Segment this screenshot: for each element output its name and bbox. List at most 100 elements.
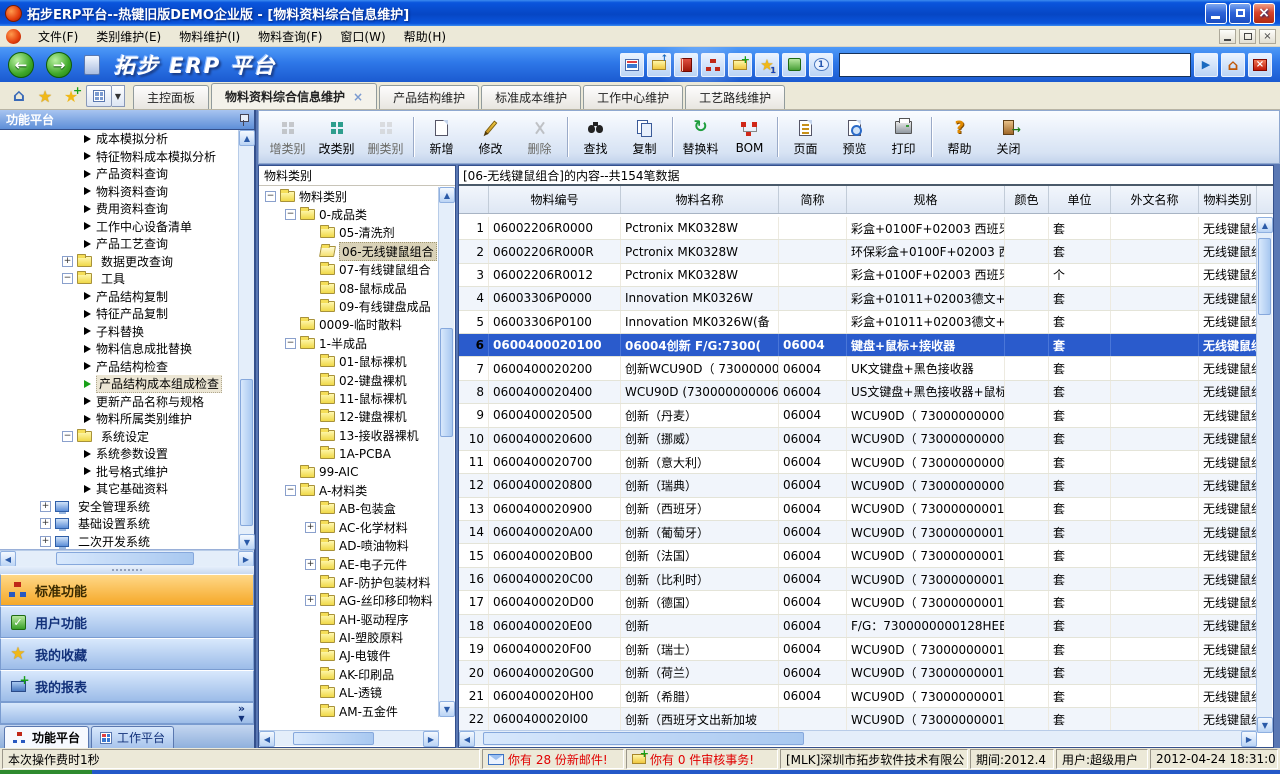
category-tree-item[interactable]: AM-五金件 bbox=[259, 702, 439, 717]
column-header[interactable]: 外文名称 bbox=[1111, 186, 1199, 213]
toolbar-button-page[interactable]: 页面 bbox=[781, 113, 830, 161]
minimize-button[interactable] bbox=[1205, 3, 1227, 24]
tree-toggle-icon[interactable]: − bbox=[285, 485, 296, 496]
menu-item[interactable]: 物料查询(F) bbox=[249, 26, 331, 47]
toolbar-button-new[interactable]: 新增 bbox=[417, 113, 466, 161]
scroll-left-icon[interactable]: ◀ bbox=[0, 551, 16, 567]
table-row[interactable]: 306002206R0012Pctronix MK0328W彩盒+0100F+0… bbox=[459, 264, 1257, 287]
column-header[interactable]: 物料类别 bbox=[1199, 186, 1257, 213]
toolbar-button-replace-material[interactable]: ↻替换料 bbox=[676, 113, 725, 161]
table-row[interactable]: 120600400020800创新（瑞典）06004WCU90D（ 730000… bbox=[459, 474, 1257, 497]
category-tree-item[interactable]: AK-印刷品 bbox=[259, 665, 439, 683]
column-header[interactable]: 物料编号 bbox=[489, 186, 621, 213]
scroll-up-icon[interactable]: ▲ bbox=[1257, 217, 1273, 233]
restore-button[interactable] bbox=[1229, 3, 1251, 24]
accordion-item[interactable]: ✓用户功能 bbox=[0, 606, 254, 638]
table-row[interactable]: 210600400020H00创新（希腊）06004WCU90D（ 730000… bbox=[459, 685, 1257, 708]
menu-item[interactable]: 帮助(H) bbox=[395, 26, 455, 47]
category-tree-item[interactable]: 11-鼠标裸机 bbox=[259, 389, 439, 407]
function-tree-vscrollbar[interactable]: ▲ ▼ bbox=[238, 130, 254, 550]
column-header[interactable]: 颜色 bbox=[1005, 186, 1049, 213]
function-tree-item[interactable]: 产品结构检查 bbox=[0, 358, 254, 376]
table-row[interactable]: 90600400020500创新（丹麦）06004WCU90D（ 7300000… bbox=[459, 404, 1257, 427]
back-icon[interactable]: ← bbox=[8, 52, 34, 78]
toolbar-button-copy[interactable]: 复制 bbox=[620, 113, 669, 161]
mdi-minimize-button[interactable] bbox=[1219, 29, 1236, 44]
category-tree-item[interactable]: 99-AIC bbox=[259, 463, 439, 481]
folder-up-icon[interactable] bbox=[647, 53, 671, 77]
function-tree-hscrollbar[interactable]: ◀ ▶ bbox=[0, 550, 254, 566]
category-tree-item[interactable]: 07-有线键鼠组合 bbox=[259, 261, 439, 279]
function-tree-item[interactable]: 物料资料查询 bbox=[0, 183, 254, 201]
table-row[interactable]: 506003306P0100Innovation MK0326W(备彩盒+010… bbox=[459, 311, 1257, 334]
function-tree-item[interactable]: 产品结构复制 bbox=[0, 288, 254, 306]
category-tree-item[interactable]: AI-塑胶原料 bbox=[259, 628, 439, 646]
table-hscrollbar[interactable]: ◀ ▶ bbox=[459, 730, 1257, 746]
address-book-icon[interactable] bbox=[674, 53, 698, 77]
tab-item[interactable]: 标准成本维护 bbox=[481, 85, 581, 109]
category-tree-item[interactable]: 0009-临时散料 bbox=[259, 316, 439, 334]
scroll-up-icon[interactable]: ▲ bbox=[239, 130, 255, 146]
category-tree-item[interactable]: −1-半成品 bbox=[259, 334, 439, 352]
function-tree-item[interactable]: +二次开发系统 bbox=[0, 533, 254, 551]
table-row[interactable]: 140600400020A00创新（葡萄牙）06004WCU90D（ 73000… bbox=[459, 521, 1257, 544]
scroll-left-icon[interactable]: ◀ bbox=[259, 731, 275, 747]
mdi-close-button[interactable]: × bbox=[1259, 29, 1276, 44]
category-tree-item[interactable]: 06-无线键鼠组合 bbox=[259, 242, 439, 260]
category-tree-vscrollbar[interactable]: ▲ ▼ bbox=[438, 187, 454, 717]
category-tree-item[interactable]: −A-材料类 bbox=[259, 481, 439, 499]
home-tab-icon[interactable]: ⌂ bbox=[6, 84, 32, 108]
category-tree-item[interactable]: 12-键盘裸机 bbox=[259, 408, 439, 426]
home-icon[interactable]: ⌂ bbox=[1221, 53, 1245, 77]
menu-item[interactable]: 窗口(W) bbox=[331, 26, 394, 47]
tab-item[interactable]: 产品结构维护 bbox=[379, 85, 479, 109]
tree-toggle-icon[interactable]: − bbox=[62, 431, 73, 442]
table-row[interactable]: 70600400020200创新WCU90D（ 73000000006004UK… bbox=[459, 357, 1257, 380]
toolbar-button-bom[interactable]: BOM bbox=[725, 113, 774, 161]
table-row[interactable]: 190600400020F00创新（瑞士）06004WCU90D（ 730000… bbox=[459, 638, 1257, 661]
category-tree-item[interactable]: 09-有线键盘成品 bbox=[259, 297, 439, 315]
scroll-down-icon[interactable]: ▼ bbox=[239, 534, 255, 550]
function-tree-item[interactable]: 其它基础资料 bbox=[0, 480, 254, 498]
platform-tab[interactable]: 功能平台 bbox=[4, 726, 89, 748]
tree-toggle-icon[interactable]: + bbox=[40, 536, 51, 547]
message-balloon-icon[interactable]: 1 bbox=[809, 53, 833, 77]
toolbar-button-close-window[interactable]: 关闭 bbox=[984, 113, 1033, 161]
function-tree-item[interactable]: 产品资料查询 bbox=[0, 165, 254, 183]
toolbar-button-print[interactable]: 打印 bbox=[879, 113, 928, 161]
pin-icon[interactable] bbox=[239, 113, 248, 126]
exit-icon[interactable]: × bbox=[1248, 53, 1272, 77]
quick-search-input[interactable] bbox=[839, 53, 1191, 77]
column-header[interactable]: 规格 bbox=[847, 186, 1005, 213]
favorites-icon[interactable]: ★ bbox=[32, 84, 58, 108]
function-tree-item[interactable]: 产品工艺查询 bbox=[0, 235, 254, 253]
category-tree-item[interactable]: AD-喷油物料 bbox=[259, 536, 439, 554]
tab-item[interactable]: 工艺路线维护 bbox=[685, 85, 785, 109]
accordion-active[interactable]: 标准功能 bbox=[0, 574, 254, 606]
status-mail[interactable]: 你有 28 份新邮件! bbox=[482, 749, 624, 769]
category-tree-item[interactable]: AL-透镜 bbox=[259, 684, 439, 702]
column-header[interactable]: 简称 bbox=[779, 186, 847, 213]
function-tree-item[interactable]: +基础设置系统 bbox=[0, 515, 254, 533]
function-tree-item[interactable]: 批号格式维护 bbox=[0, 463, 254, 481]
category-tree-item[interactable]: +AC-化学材料 bbox=[259, 518, 439, 536]
table-row[interactable]: 106002206R0000Pctronix MK0328W彩盒+0100F+0… bbox=[459, 217, 1257, 240]
accordion-item[interactable]: ★我的收藏 bbox=[0, 638, 254, 670]
table-row[interactable]: 80600400020400WCU90D (730000000006906004… bbox=[459, 381, 1257, 404]
tree-toggle-icon[interactable]: − bbox=[62, 273, 73, 284]
column-header[interactable]: 物料名称 bbox=[621, 186, 779, 213]
scroll-right-icon[interactable]: ▶ bbox=[238, 551, 254, 567]
table-row[interactable]: 206002206R000RPctronix MK0328W环保彩盒+0100F… bbox=[459, 240, 1257, 263]
accordion-more-strip[interactable]: »▼ bbox=[0, 702, 254, 724]
table-row[interactable]: 180600400020E00创新06004F/G：7300000000128H… bbox=[459, 615, 1257, 638]
table-row[interactable]: 130600400020900创新（西班牙）06004WCU90D（ 73000… bbox=[459, 498, 1257, 521]
category-tree-item[interactable]: +AE-电子元件 bbox=[259, 555, 439, 573]
tab-item[interactable]: 工作中心维护 bbox=[583, 85, 683, 109]
category-tree-item[interactable]: 05-清洗剂 bbox=[259, 224, 439, 242]
accordion-item[interactable]: 我的报表 bbox=[0, 670, 254, 702]
category-tree-hscrollbar[interactable]: ◀ ▶ bbox=[259, 730, 439, 746]
function-tree-item[interactable]: −工具 bbox=[0, 270, 254, 288]
function-tree-item[interactable]: 特征物料成本模拟分析 bbox=[0, 148, 254, 166]
status-audit[interactable]: 你有 0 件审核事务! bbox=[626, 749, 778, 769]
category-tree-item[interactable]: −物料类别 bbox=[259, 187, 439, 205]
